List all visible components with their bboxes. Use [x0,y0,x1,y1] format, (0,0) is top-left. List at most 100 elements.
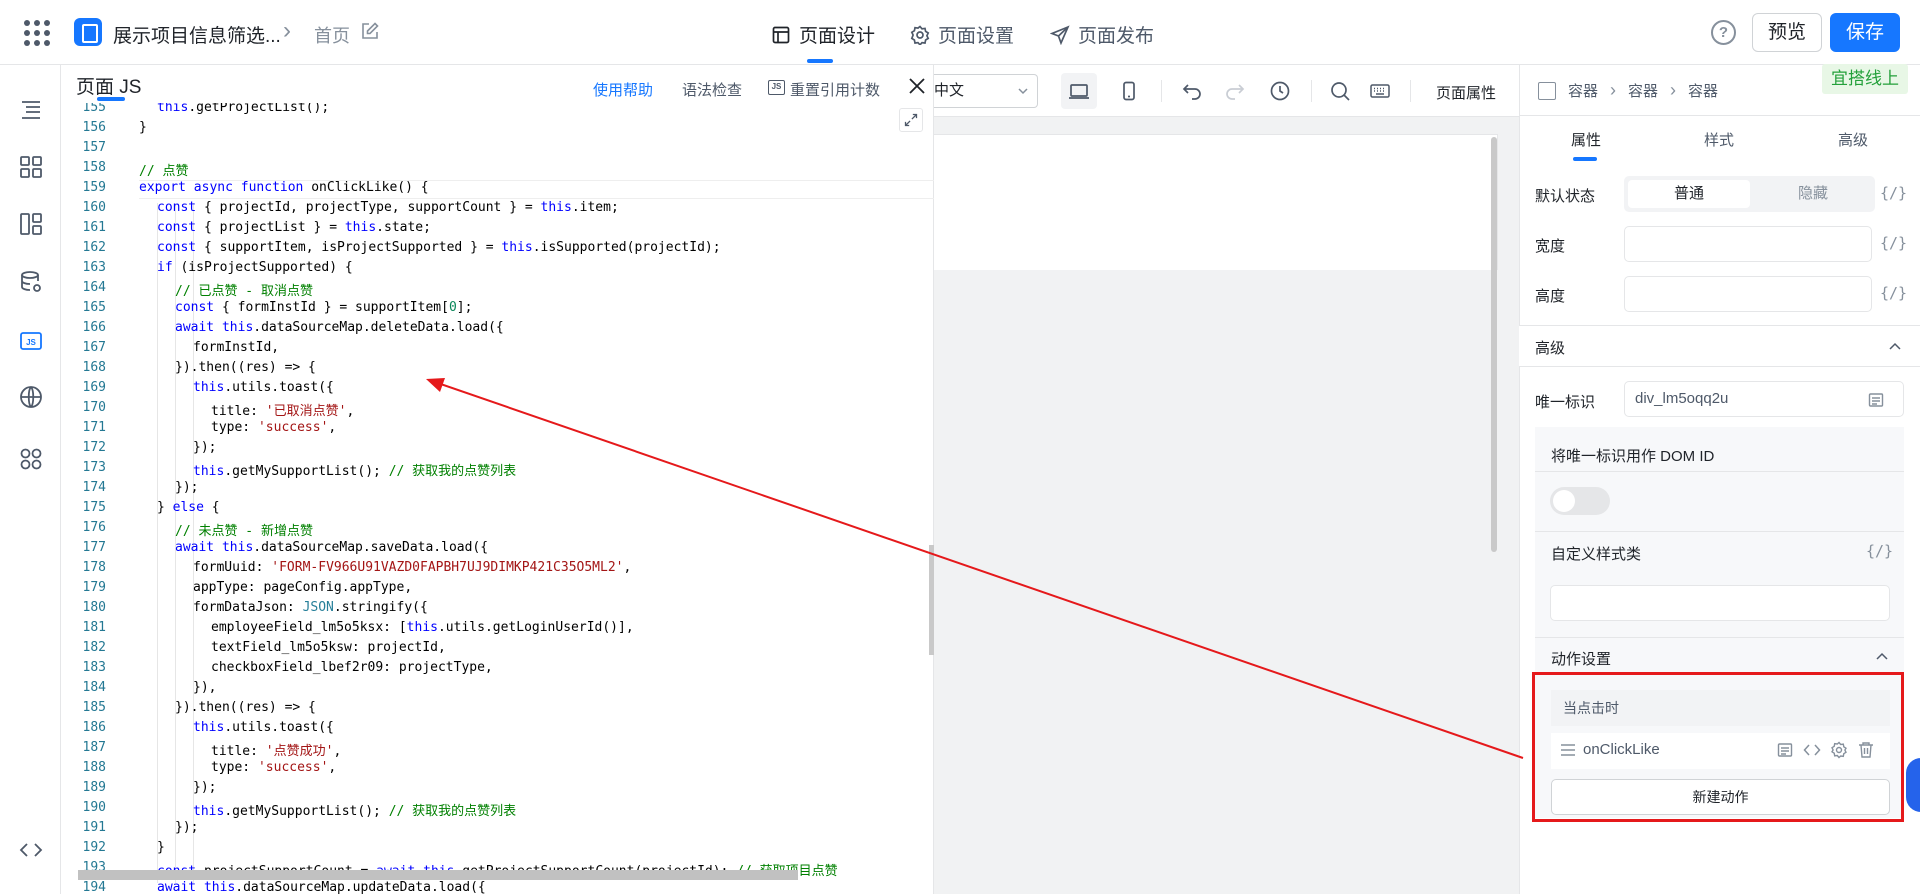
chevron-up-icon[interactable] [1887,339,1903,355]
code-line[interactable]: } else { [157,500,220,515]
save-button[interactable]: 保存 [1830,13,1900,52]
code-line[interactable]: employeeField_lm5o5ksx: [this.utils.getL… [211,620,634,635]
custom-class-input[interactable] [1550,585,1890,621]
code-line[interactable]: this.getMySupportList(); // 获取我的点赞列表 [193,460,516,479]
code-line[interactable]: const { projectId, projectType, supportC… [157,200,619,215]
close-icon[interactable] [906,75,928,97]
code-line[interactable]: formInstId, [193,340,279,355]
tab-page-publish[interactable]: 页面发布 [1050,21,1154,48]
code-panel-title[interactable]: 页面 JS [76,72,141,99]
tab-advanced[interactable]: 高级 [1838,129,1868,150]
code-line[interactable]: } [157,840,165,855]
advanced-section-header[interactable] [1519,325,1920,367]
code-line[interactable]: const { projectList } = this.state; [157,220,431,235]
app-title[interactable]: 展示项目信息筛选... [113,21,281,48]
copy-icon[interactable] [1867,391,1885,409]
code-line[interactable]: // 已点赞 - 取消点赞 [175,280,313,299]
code-line[interactable]: }), [193,680,216,695]
variable-binding-icon[interactable]: {/} [1880,284,1907,302]
code-line[interactable]: checkboxField_lbef2r09: projectType, [211,660,493,675]
code-line[interactable]: textField_lm5o5ksw: projectId, [211,640,446,655]
state-normal-option[interactable]: 普通 [1628,180,1750,208]
code-line[interactable]: formUuid: 'FORM-FV966U91VAZD0FAPBH7UJ9DI… [193,560,631,575]
online-badge[interactable]: 宜搭线上 [1822,64,1908,94]
code-line[interactable]: const { supportItem, isProjectSupported … [157,240,721,255]
code-line[interactable]: await this.dataSourceMap.saveData.load({ [175,540,488,555]
variable-binding-icon[interactable]: {/} [1866,542,1893,560]
dom-id-toggle[interactable] [1550,487,1610,515]
edit-icon[interactable] [361,22,379,40]
canvas-container-block[interactable] [934,270,1498,874]
reset-ref-count-link[interactable]: 重置引用计数 [790,79,880,100]
components-icon[interactable] [18,154,44,180]
code-line[interactable]: type: 'success', [211,420,336,435]
code-line[interactable]: this.getProjectList(); [157,103,329,115]
code-line[interactable]: }); [193,440,216,455]
code-line[interactable]: }); [193,780,216,795]
height-input[interactable] [1624,276,1872,312]
breadcrumb-item[interactable]: 容器 [1568,80,1598,101]
tab-properties[interactable]: 属性 [1571,129,1601,150]
code-line[interactable]: if (isProjectSupported) { [157,260,353,275]
redo-button[interactable] [1217,73,1253,109]
history-button[interactable] [1262,73,1298,109]
code-line[interactable]: await this.dataSourceMap.deleteData.load… [175,320,504,335]
expand-icon[interactable] [899,108,923,132]
line-number: 157 [82,140,106,155]
floating-assistant-button[interactable] [1906,758,1920,812]
shortcut-button[interactable] [1362,73,1398,109]
code-line[interactable]: export async function onClickLike() { [139,180,429,195]
variable-binding-icon[interactable]: {/} [1880,184,1907,202]
code-line[interactable]: const { formInstId } = supportItem[0]; [175,300,472,315]
globe-icon[interactable] [18,384,44,410]
preview-button[interactable]: 预览 [1752,13,1822,52]
code-line[interactable]: // 点赞 [139,160,188,179]
code-line[interactable]: appType: pageConfig.appType, [193,580,412,595]
templates-icon[interactable] [18,211,44,237]
code-line[interactable]: }); [175,480,198,495]
width-input[interactable] [1624,226,1872,262]
code-line[interactable]: }).then((res) => { [175,360,316,375]
code-line[interactable]: await this.dataSourceMap.updateData.load… [157,880,486,894]
chevron-up-icon[interactable] [1874,649,1890,665]
datasource-icon[interactable] [18,269,44,295]
desktop-view-button[interactable] [1061,73,1097,109]
tab-styles[interactable]: 样式 [1704,129,1734,150]
source-code-icon[interactable] [18,837,44,863]
code-line[interactable]: this.utils.toast({ [193,380,334,395]
canvas-scrollbar[interactable] [1491,137,1497,552]
page-properties-button[interactable]: 页面属性 [1436,82,1496,103]
lint-check-link[interactable]: 语法检查 [682,79,742,100]
app-grid-icon[interactable] [24,20,50,46]
undo-button[interactable] [1174,73,1210,109]
help-icon[interactable]: ? [1711,20,1736,45]
variable-binding-icon[interactable]: {/} [1880,234,1907,252]
outline-icon[interactable] [18,97,44,123]
code-line[interactable]: title: '已取消点赞', [211,400,354,419]
code-line[interactable]: title: '点赞成功', [211,740,341,759]
help-link[interactable]: 使用帮助 [593,79,653,100]
mobile-view-button[interactable] [1111,73,1147,109]
tab-page-settings[interactable]: 页面设置 [910,21,1014,48]
code-line[interactable]: }).then((res) => { [175,700,316,715]
code-horizontal-scrollbar[interactable] [78,870,798,880]
state-hidden-option[interactable]: 隐藏 [1752,180,1874,208]
breadcrumb-home[interactable]: 首页 [314,22,350,48]
code-line[interactable]: this.utils.toast({ [193,720,334,735]
search-button[interactable] [1322,73,1358,109]
line-number: 156 [82,120,106,135]
unique-id-input[interactable]: div_lm5oqq2u [1624,381,1904,417]
code-line[interactable]: this.getMySupportList(); // 获取我的点赞列表 [193,800,516,819]
plugins-icon[interactable] [18,446,44,472]
code-line[interactable]: // 未点赞 - 新增点赞 [175,520,313,539]
code-line[interactable]: } [139,120,147,135]
code-vertical-scrollbar[interactable] [929,545,934,655]
breadcrumb-item[interactable]: 容器 [1688,80,1718,101]
code-line[interactable]: type: 'success', [211,760,336,775]
code-editor[interactable]: 155 this.getProjectList(); 156} 157 158 // 点赞… [61,103,934,894]
code-line[interactable]: }); [175,820,198,835]
js-icon[interactable]: JS [18,328,44,354]
code-line[interactable]: formDataJson: JSON.stringify({ [193,600,428,615]
breadcrumb-item[interactable]: 容器 [1628,80,1658,101]
tab-page-design[interactable]: 页面设计 [771,21,875,48]
